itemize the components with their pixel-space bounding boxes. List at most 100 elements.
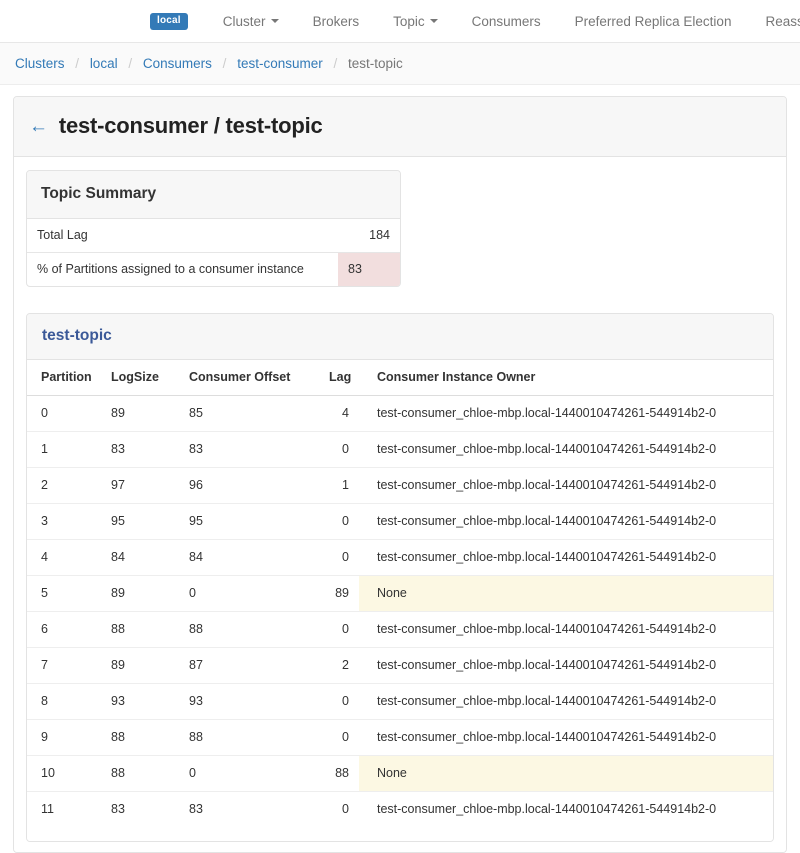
cell-partition: 2 bbox=[27, 467, 105, 504]
partitions-table: Partition LogSize Consumer Offset Lag Co… bbox=[27, 360, 773, 827]
breadcrumb-separator: / bbox=[222, 56, 227, 71]
table-row: 2 97 96 1 test-consumer_chloe-mbp.local-1440… bbox=[27, 467, 773, 504]
cell-consumer-instance-owner: test-consumer_chloe-mbp.local-1440010474… bbox=[377, 406, 717, 420]
cell-partition: 0 bbox=[41, 406, 48, 420]
cell-logsize: 89 bbox=[105, 647, 183, 684]
summary-label-total-lag: Total Lag bbox=[37, 228, 88, 242]
topic-summary-table: Total Lag 184 % of Partitions assigned t… bbox=[27, 219, 400, 286]
table-row: 9 88 88 0 test-consumer_chloe-mbp.local-1440… bbox=[27, 719, 773, 756]
cell-partition: 8 bbox=[27, 683, 105, 720]
topic-partitions-header: test-topic bbox=[27, 314, 773, 360]
nav-item-consumers[interactable]: Consumers bbox=[455, 14, 558, 29]
table-row: 11 83 83 0 test-consumer_chloe-mbp.local-144… bbox=[27, 791, 773, 827]
table-header-row: Partition LogSize Consumer Offset Lag Co… bbox=[27, 360, 773, 396]
cell-consumer-instance-owner: test-consumer_chloe-mbp.local-1440010474… bbox=[359, 611, 773, 648]
breadcrumb-item-local[interactable]: local bbox=[90, 56, 118, 71]
cell-logsize: 89 bbox=[105, 575, 183, 612]
cell-consumer-offset: 84 bbox=[183, 539, 323, 576]
topic-partitions-panel: test-topic Partition LogSize Consumer Of… bbox=[26, 313, 774, 842]
cell-partition: 4 bbox=[27, 539, 105, 576]
breadcrumb-item-clusters[interactable]: Clusters bbox=[15, 56, 65, 71]
topic-name-title[interactable]: test-topic bbox=[42, 327, 112, 344]
main-panel-header: ← test-consumer / test-topic bbox=[14, 97, 786, 157]
cell-consumer-offset: 0 bbox=[183, 575, 323, 612]
cell-partition: 6 bbox=[27, 611, 105, 648]
table-bottom-padding bbox=[27, 827, 773, 841]
cell-consumer-offset: 95 bbox=[183, 503, 323, 540]
table-row: 5 89 0 89 None bbox=[27, 575, 773, 612]
nav-item-topic-label: Topic bbox=[393, 13, 425, 29]
summary-value-percent-partitions-assigned: 83 bbox=[338, 252, 400, 286]
summary-label-percent-partitions-assigned: % of Partitions assigned to a consumer i… bbox=[27, 252, 338, 286]
breadcrumb-separator: / bbox=[128, 56, 133, 71]
cell-consumer-offset: 87 bbox=[183, 647, 323, 684]
cell-partition: 3 bbox=[27, 503, 105, 540]
cell-consumer-offset: 93 bbox=[183, 683, 323, 720]
cell-logsize: 88 bbox=[105, 719, 183, 756]
cell-logsize: 83 bbox=[105, 431, 183, 468]
cell-logsize: 88 bbox=[105, 611, 183, 648]
main-panel: ← test-consumer / test-topic Topic Summa… bbox=[13, 96, 787, 853]
nav-item-brokers[interactable]: Brokers bbox=[296, 14, 377, 29]
back-arrow-icon[interactable]: ← bbox=[29, 117, 48, 136]
cell-consumer-instance-owner: None bbox=[359, 755, 773, 792]
breadcrumb: Clusters / local / Consumers / test-cons… bbox=[0, 43, 800, 85]
cell-lag: 89 bbox=[323, 575, 359, 612]
nav-item-cluster-label: Cluster bbox=[222, 13, 266, 29]
page-content: ← test-consumer / test-topic Topic Summa… bbox=[0, 85, 800, 853]
topic-summary-title: Topic Summary bbox=[41, 185, 157, 202]
nav-item-preferred-replica-election[interactable]: Preferred Replica Election bbox=[558, 14, 749, 29]
cell-lag: 0 bbox=[323, 503, 359, 540]
topic-summary-header: Topic Summary bbox=[27, 171, 400, 219]
chevron-down-icon bbox=[429, 19, 438, 23]
cell-consumer-instance-owner: test-consumer_chloe-mbp.local-1440010474… bbox=[359, 647, 773, 684]
breadcrumb-separator: / bbox=[333, 56, 338, 71]
cell-partition: 10 bbox=[27, 755, 105, 792]
table-row: 4 84 84 0 test-consumer_chloe-mbp.local-1440… bbox=[27, 539, 773, 576]
cell-partition: 11 bbox=[27, 791, 105, 827]
cell-lag: 0 bbox=[323, 539, 359, 576]
cell-logsize: 88 bbox=[105, 755, 183, 792]
table-row: 3 95 95 0 test-consumer_chloe-mbp.local-1440… bbox=[27, 503, 773, 540]
nav-item-cluster[interactable]: Cluster bbox=[206, 14, 296, 29]
cell-lag: 0 bbox=[323, 611, 359, 648]
nav-item-brokers-label: Brokers bbox=[312, 13, 360, 29]
cell-logsize: 89 bbox=[111, 406, 125, 420]
nav-item-preferred-replica-election-label: Preferred Replica Election bbox=[574, 13, 732, 29]
cell-consumer-offset: 83 bbox=[183, 791, 323, 827]
main-panel-body: Topic Summary Total Lag 184 % of Partiti… bbox=[14, 157, 786, 852]
table-row: % of Partitions assigned to a consumer i… bbox=[27, 252, 400, 286]
cell-lag: 1 bbox=[323, 467, 359, 504]
table-row: 1 83 83 0 test-consumer_chloe-mbp.local-1440… bbox=[27, 431, 773, 468]
cell-consumer-offset: 88 bbox=[183, 611, 323, 648]
breadcrumb-separator: / bbox=[75, 56, 80, 71]
summary-value-total-lag: 184 bbox=[369, 228, 390, 242]
table-row: 6 88 88 0 test-consumer_chloe-mbp.local-1440… bbox=[27, 611, 773, 648]
cell-logsize: 97 bbox=[105, 467, 183, 504]
cell-lag: 4 bbox=[342, 406, 349, 420]
brand-badge-local[interactable]: local bbox=[150, 12, 188, 30]
page-title: ← test-consumer / test-topic bbox=[29, 113, 771, 139]
cell-consumer-instance-owner: test-consumer_chloe-mbp.local-1440010474… bbox=[359, 683, 773, 720]
breadcrumb-item-consumers[interactable]: Consumers bbox=[143, 56, 212, 71]
partitions-table-body: 0 89 85 4 test-consumer_chloe-mbp.local-1440… bbox=[27, 396, 773, 827]
cell-consumer-instance-owner: test-consumer_chloe-mbp.local-1440010474… bbox=[359, 431, 773, 468]
nav-item-topic[interactable]: Topic bbox=[376, 14, 455, 29]
nav-item-reassign-partitions-label: Reassign Partitions bbox=[765, 13, 800, 29]
cell-lag: 0 bbox=[323, 683, 359, 720]
breadcrumb-item-test-consumer[interactable]: test-consumer bbox=[237, 56, 323, 71]
cell-logsize: 84 bbox=[105, 539, 183, 576]
cell-partition: 5 bbox=[27, 575, 105, 612]
cell-lag: 2 bbox=[323, 647, 359, 684]
page-title-text: test-consumer / test-topic bbox=[58, 113, 323, 138]
cell-partition: 7 bbox=[27, 647, 105, 684]
cell-consumer-offset: 0 bbox=[183, 755, 323, 792]
nav-item-reassign-partitions[interactable]: Reassign Partitions bbox=[748, 14, 800, 29]
column-header-consumer-instance-owner: Consumer Instance Owner bbox=[359, 360, 773, 396]
cell-partition: 1 bbox=[27, 431, 105, 468]
column-header-lag: Lag bbox=[323, 360, 359, 396]
cell-logsize: 83 bbox=[105, 791, 183, 827]
cell-lag: 0 bbox=[323, 791, 359, 827]
chevron-down-icon bbox=[270, 19, 279, 23]
table-row: 10 88 0 88 None bbox=[27, 755, 773, 792]
